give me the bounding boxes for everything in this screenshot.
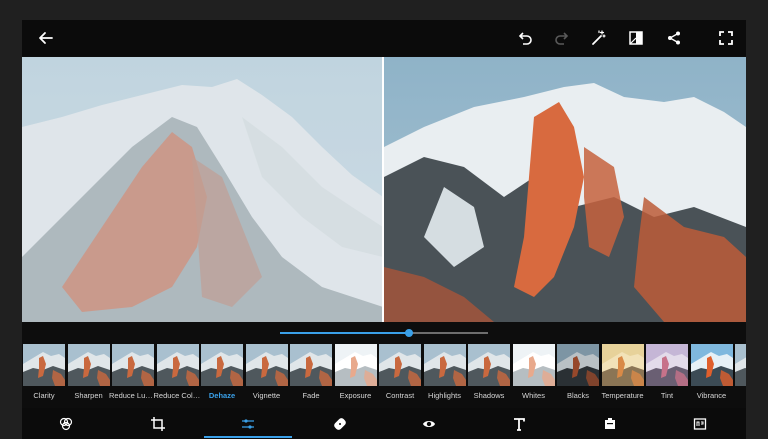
eye-icon[interactable] — [417, 414, 441, 434]
thumbnail-label: Tint — [660, 391, 674, 400]
crop-icon[interactable] — [146, 414, 170, 434]
thumbnail-highlights[interactable]: Highlights — [423, 344, 467, 406]
thumbnail-exposure[interactable]: Exposure — [334, 344, 378, 406]
redo-icon[interactable] — [550, 26, 574, 50]
thumbnail-image — [67, 344, 110, 386]
magic-wand-icon[interactable] — [586, 26, 610, 50]
thumbnail-label: Vibrance — [696, 391, 727, 400]
thumbnail-label: Reduce Lum... — [109, 391, 157, 400]
thumbnail-vignette[interactable]: Vignette — [245, 344, 289, 406]
after-image — [384, 57, 746, 322]
thumbnail-blacks[interactable]: Blacks — [556, 344, 600, 406]
thumbnail-label: Reduce Colo... — [153, 391, 202, 400]
thumbnail-label: Dehaze — [208, 391, 236, 400]
thumbnail-label: Highlights — [428, 391, 461, 400]
thumbnail-image — [512, 344, 555, 386]
adjustments-icon[interactable] — [236, 414, 260, 434]
thumbnail-label: Blacks — [566, 391, 590, 400]
thumbnail-image — [201, 344, 243, 386]
thumbnail-clarity[interactable]: Clarity — [22, 344, 66, 406]
thumbnail-label: Shadows — [473, 391, 505, 400]
thumbnail-image — [112, 344, 154, 386]
undo-icon[interactable] — [513, 26, 537, 50]
sticker-icon[interactable] — [598, 414, 622, 434]
back-arrow-icon[interactable] — [34, 26, 58, 50]
thumbnail-image — [156, 344, 199, 386]
thumbnail-label: Whites — [522, 391, 545, 400]
app-screen: Clarity Sharpen Reduce Lum... Reduce Colo..… — [22, 20, 746, 439]
fullscreen-icon[interactable] — [714, 26, 738, 50]
thumbnail-image — [23, 344, 65, 386]
photo-canvas[interactable] — [22, 57, 746, 322]
bottom-nav — [22, 408, 746, 439]
thumbnail-contrast[interactable]: Contrast — [378, 344, 422, 406]
top-toolbar — [22, 20, 746, 56]
thumbnail-label: Clarity — [33, 391, 55, 400]
thumbnail-sharpen[interactable]: Sharpen — [67, 344, 111, 406]
thumbnail-label: Exposure — [339, 391, 372, 400]
thumbnail-label: Sharpen — [74, 391, 103, 400]
thumbnail-label: S — [732, 391, 746, 400]
thumbnail-image — [423, 344, 466, 386]
thumbnail-image — [468, 344, 510, 386]
looks-icon[interactable] — [54, 414, 78, 434]
thumbnail-image — [245, 344, 288, 386]
thumbnail-image — [601, 344, 644, 386]
thumbnail-shadows[interactable]: Shadows — [467, 344, 511, 406]
thumbnail-fade[interactable]: Fade — [289, 344, 333, 406]
thumbnail-whites[interactable]: Whites — [512, 344, 556, 406]
active-tab-indicator — [204, 436, 292, 438]
thumbnail-tint[interactable]: Tint — [645, 344, 689, 406]
slider-thumb[interactable] — [404, 329, 413, 337]
thumbnail-image — [735, 344, 746, 386]
thumbnail-dehaze[interactable]: Dehaze — [200, 344, 244, 406]
compare-divider[interactable] — [382, 57, 384, 322]
thumbnail-image — [334, 344, 377, 386]
adjustment-thumbnails: Clarity Sharpen Reduce Lum... Reduce Colo..… — [22, 344, 746, 406]
before-image — [22, 57, 383, 322]
thumbnail-label: Vignette — [252, 391, 281, 400]
thumbnail-image — [557, 344, 599, 386]
thumbnail-image — [379, 344, 421, 386]
thumbnail-label: Contrast — [385, 391, 415, 400]
slider-fill — [280, 332, 409, 334]
thumbnail-image — [290, 344, 332, 386]
thumbnail-vibrance[interactable]: Vibrance — [690, 344, 734, 406]
thumbnail-image — [690, 344, 733, 386]
export-icon[interactable] — [688, 414, 712, 434]
thumbnail-label: Fade — [302, 391, 320, 400]
compare-icon[interactable] — [624, 26, 648, 50]
adjustment-slider[interactable] — [280, 329, 488, 337]
text-icon[interactable] — [507, 414, 531, 434]
thumbnail-image — [646, 344, 688, 386]
adjustment-slider-area — [22, 322, 746, 344]
share-icon[interactable] — [662, 26, 686, 50]
thumbnail-reduce-colo[interactable]: Reduce Colo... — [153, 344, 202, 406]
thumbnail-temperature[interactable]: Temperature — [601, 344, 645, 406]
thumbnail-s[interactable]: S — [734, 344, 746, 406]
heal-icon[interactable] — [328, 414, 352, 434]
thumbnail-label: Temperature — [601, 391, 644, 400]
thumbnail-reduce-lum[interactable]: Reduce Lum... — [109, 344, 157, 406]
